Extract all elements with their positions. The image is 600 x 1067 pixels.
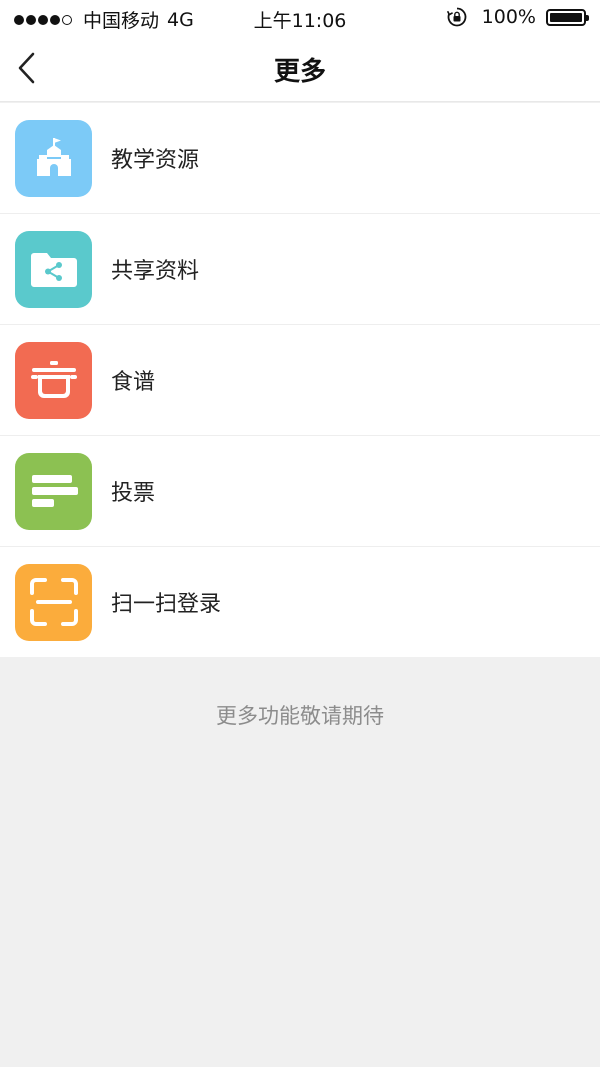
battery-icon xyxy=(546,8,589,26)
page-title: 更多 xyxy=(273,57,326,87)
icon-tile xyxy=(15,341,92,419)
battery-level xyxy=(550,12,582,22)
menu-list: 教学资源 共享资料 食谱 投票 扫一扫登录 xyxy=(0,103,600,657)
menu-item-label: 食谱 xyxy=(111,370,156,395)
icon-tile xyxy=(15,230,92,308)
menu-item-label: 投票 xyxy=(111,481,156,506)
menu-item-teaching-resources[interactable]: 教学资源 xyxy=(0,103,600,214)
more-screen: 中国移动 4G 上午11:06 100% 更多 教学资源 共享资料 食谱 投票 … xyxy=(0,0,600,1067)
status-bar: 中国移动 4G 上午11:06 100% xyxy=(0,0,600,36)
battery-percent: 100% xyxy=(481,6,536,28)
menu-item-label: 教学资源 xyxy=(111,148,200,173)
menu-item-label: 共享资料 xyxy=(111,259,200,284)
menu-item-recipes[interactable]: 食谱 xyxy=(0,325,600,436)
vote-bars-icon xyxy=(31,475,78,507)
menu-item-shared-materials[interactable]: 共享资料 xyxy=(0,214,600,325)
icon-tile xyxy=(15,563,92,641)
rotation-lock-icon xyxy=(446,7,466,27)
cooking-pot-icon xyxy=(30,361,77,398)
coming-soon-note: 更多功能敬请期待 xyxy=(216,704,384,728)
menu-item-scan-login[interactable]: 扫一扫登录 xyxy=(0,547,600,657)
shared-folder-icon xyxy=(30,253,77,287)
nav-bar: 更多 xyxy=(0,36,600,102)
school-building-icon xyxy=(36,138,71,176)
status-right: 100% xyxy=(446,6,589,28)
menu-item-vote[interactable]: 投票 xyxy=(0,436,600,547)
icon-tile xyxy=(15,452,92,530)
icon-tile xyxy=(15,119,92,197)
scan-frame-icon xyxy=(29,578,78,626)
menu-item-label: 扫一扫登录 xyxy=(111,592,222,617)
